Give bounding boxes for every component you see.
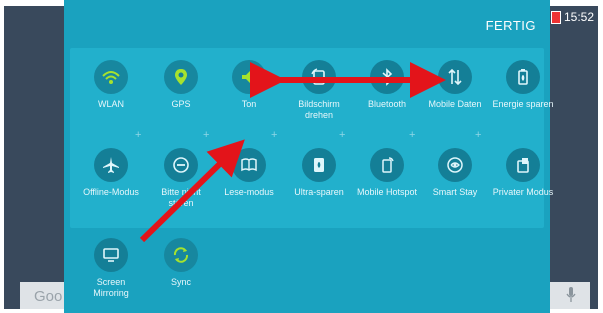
location-icon: [175, 69, 187, 85]
quick-toggle-button[interactable]: [506, 60, 540, 94]
quick-toggle-label: Smart Stay: [432, 187, 478, 197]
quick-toggle-label: Sync: [170, 277, 191, 287]
hotspot-icon: [382, 157, 394, 173]
quick-toggle-airplane[interactable]: Offline-Modus: [78, 148, 144, 198]
smart-stay-icon: [447, 157, 463, 173]
done-button[interactable]: FERTIG: [486, 18, 536, 33]
private-mode-icon: [517, 158, 529, 173]
quick-toggle-label: Mobile Daten: [428, 99, 482, 109]
quick-toggle-private-mode[interactable]: Privater Modus: [490, 148, 556, 198]
quick-toggle-rotate[interactable]: Bildschirm drehen: [286, 60, 352, 121]
quick-toggle-label: Bluetooth: [367, 99, 407, 109]
book-icon: [241, 158, 257, 172]
grid-separator-plus: +: [409, 129, 416, 141]
quick-toggle-smart-stay[interactable]: Smart Stay: [422, 148, 488, 198]
screen-mirroring-icon: [103, 248, 119, 262]
wifi-icon: [102, 71, 120, 84]
mobile-data-icon: [448, 68, 462, 86]
quick-toggle-button[interactable]: [370, 148, 404, 182]
quick-toggle-label: Bildschirm drehen: [298, 99, 340, 120]
quick-toggle-location[interactable]: GPS: [148, 60, 214, 110]
quick-toggle-label: Screen Mirroring: [93, 277, 129, 298]
quick-toggle-label: GPS: [171, 99, 191, 109]
quick-toggle-label: Privater Modus: [492, 187, 554, 197]
quick-toggle-screen-mirroring[interactable]: Screen Mirroring: [78, 238, 144, 299]
quick-toggle-button[interactable]: [164, 60, 198, 94]
quick-toggle-do-not-disturb[interactable]: Bitte nicht stören: [148, 148, 214, 209]
quick-toggle-button[interactable]: [506, 148, 540, 182]
quick-toggle-label: WLAN: [97, 99, 124, 109]
quick-toggle-button[interactable]: [302, 148, 336, 182]
grid-separator-plus: +: [475, 129, 482, 141]
quick-toggle-wifi[interactable]: WLAN: [78, 60, 144, 110]
quick-toggle-button[interactable]: [94, 148, 128, 182]
airplane-icon: [103, 157, 119, 173]
microphone-icon[interactable]: [566, 287, 576, 302]
quick-toggle-book[interactable]: Lese-modus: [216, 148, 282, 198]
quick-toggle-hotspot[interactable]: Mobile Hotspot: [354, 148, 420, 198]
sync-icon: [173, 247, 189, 263]
quick-toggle-sync[interactable]: Sync: [148, 238, 214, 288]
quick-toggle-label: Ultra-sparen: [294, 187, 344, 197]
quick-toggle-button[interactable]: [302, 60, 336, 94]
quick-toggle-label: Bitte nicht stören: [161, 187, 201, 208]
quick-toggle-button[interactable]: [370, 60, 404, 94]
grid-separator-plus: +: [203, 129, 210, 141]
quick-toggle-button[interactable]: [232, 148, 266, 182]
quick-toggle-button[interactable]: [164, 148, 198, 182]
rotate-icon: [311, 68, 325, 85]
bluetooth-icon: [382, 68, 393, 86]
quick-toggle-button[interactable]: [94, 238, 128, 272]
do-not-disturb-icon: [173, 157, 189, 173]
quick-toggle-label: Energie sparen: [492, 99, 554, 109]
quick-toggle-label: Offline-Modus: [83, 187, 139, 197]
quick-toggle-bluetooth[interactable]: Bluetooth: [354, 60, 420, 110]
ultra-saver-icon: [314, 158, 324, 172]
status-time: 15:52: [563, 10, 594, 24]
quick-toggle-button[interactable]: [438, 148, 472, 182]
quick-toggle-label: Ton: [241, 99, 257, 109]
battery-icon: [550, 10, 561, 24]
quick-toggle-button[interactable]: [164, 238, 198, 272]
quick-toggle-label: Lese-modus: [224, 187, 274, 197]
quick-toggle-button[interactable]: [94, 60, 128, 94]
quick-toggle-button[interactable]: [232, 60, 266, 94]
quick-toggle-label: Mobile Hotspot: [356, 187, 418, 197]
battery-saver-icon: [518, 69, 528, 85]
volume-icon: [242, 71, 254, 83]
grid-separator-plus: +: [271, 129, 278, 141]
quick-toggle-ultra-saver[interactable]: Ultra-sparen: [286, 148, 352, 198]
quick-settings-panel: FERTIG WLAN GPS Ton Bildschirm drehen Blueto…: [64, 0, 554, 313]
quick-toggle-mobile-data[interactable]: Mobile Daten: [422, 60, 488, 110]
quick-toggle-button[interactable]: [438, 60, 472, 94]
quick-toggle-battery-saver[interactable]: Energie sparen: [490, 60, 556, 110]
grid-separator-plus: +: [135, 129, 142, 141]
quick-toggle-volume[interactable]: Ton: [216, 60, 282, 110]
grid-separator-plus: +: [339, 129, 346, 141]
search-placeholder: Goo: [34, 288, 63, 305]
